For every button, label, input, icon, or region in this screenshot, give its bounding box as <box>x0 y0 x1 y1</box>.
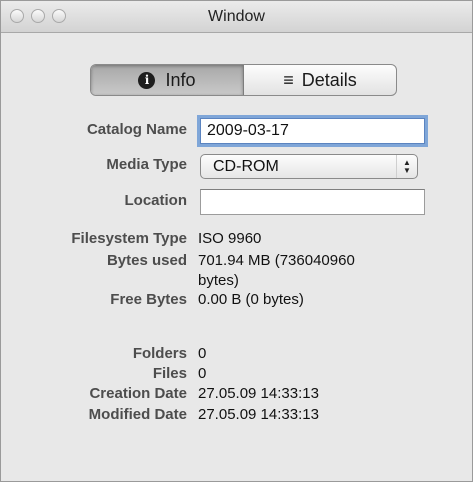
modified-date-value: 27.05.09 14:33:13 <box>198 406 319 423</box>
details-segment-label: Details <box>301 69 357 90</box>
catalog-name-field[interactable] <box>200 118 425 144</box>
media-type-label: Media Type <box>106 156 187 173</box>
free-bytes-label: Free Bytes <box>110 291 187 308</box>
location-field[interactable] <box>200 189 425 215</box>
info-icon: i <box>138 71 156 89</box>
modified-date-label: Modified Date <box>88 406 187 423</box>
window: Window i Info ≡ Details Catalog Name Med… <box>0 0 473 482</box>
creation-date-value: 27.05.09 14:33:13 <box>198 385 319 402</box>
window-title: Window <box>208 8 265 25</box>
files-value: 0 <box>198 365 207 382</box>
location-label: Location <box>124 192 188 209</box>
bytes-used-value-line1: 701.94 MB (736040960 <box>198 252 355 269</box>
title-bar[interactable]: Window <box>1 1 472 33</box>
list-icon: ≡ <box>283 69 294 90</box>
bytes-used-value-line2: bytes) <box>198 272 239 289</box>
folders-value: 0 <box>198 345 207 362</box>
catalog-name-label: Catalog Name <box>86 121 187 138</box>
bytes-used-label: Bytes used <box>106 252 187 269</box>
media-type-value: CD-ROM <box>213 157 279 175</box>
details-segment[interactable]: ≡ Details <box>244 65 396 95</box>
info-segment[interactable]: i Info <box>91 65 244 95</box>
info-segment-label: Info <box>165 69 196 90</box>
filesystem-type-value: ISO 9960 <box>198 230 262 247</box>
files-label: Files <box>152 365 187 382</box>
creation-date-label: Creation Date <box>89 385 187 402</box>
view-segmented-control[interactable]: i Info ≡ Details <box>90 64 397 96</box>
updown-arrows-icon: ▲ ▼ <box>396 155 417 178</box>
free-bytes-value: 0.00 B (0 bytes) <box>198 291 304 308</box>
filesystem-type-label: Filesystem Type <box>71 230 187 247</box>
folders-label: Folders <box>132 345 187 362</box>
media-type-popup[interactable]: CD-ROM ▲ ▼ <box>200 154 418 179</box>
